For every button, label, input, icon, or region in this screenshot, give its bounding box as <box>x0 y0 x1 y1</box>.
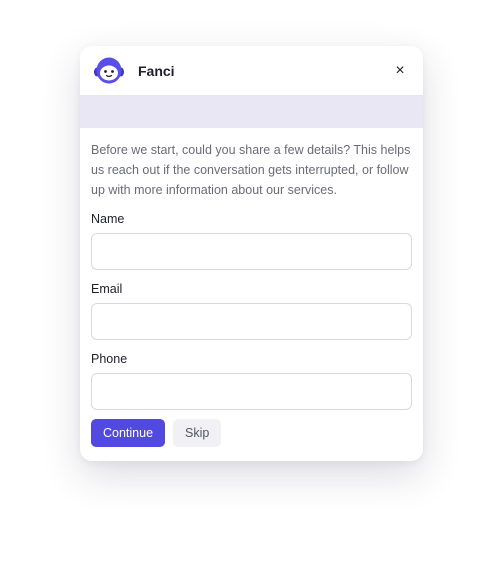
header-band <box>80 96 423 128</box>
widget-header: Fanci × <box>80 46 423 96</box>
smiling-robot-icon <box>92 54 126 88</box>
email-field[interactable] <box>91 303 412 340</box>
phone-field[interactable] <box>91 373 412 410</box>
skip-button[interactable]: Skip <box>173 419 222 447</box>
close-icon[interactable]: × <box>389 60 411 82</box>
brand-name: Fanci <box>138 62 175 79</box>
contact-form: Before we start, could you share a few d… <box>80 128 423 447</box>
continue-button[interactable]: Continue <box>91 419 166 447</box>
chat-widget: Fanci × Before we start, could you share… <box>80 46 423 461</box>
phone-label: Phone <box>91 352 128 366</box>
name-label: Name <box>91 212 125 226</box>
intro-text: Before we start, could you share a few d… <box>91 143 411 197</box>
name-field[interactable] <box>91 233 412 270</box>
form-actions: Continue Skip <box>91 419 412 447</box>
email-label: Email <box>91 282 123 296</box>
